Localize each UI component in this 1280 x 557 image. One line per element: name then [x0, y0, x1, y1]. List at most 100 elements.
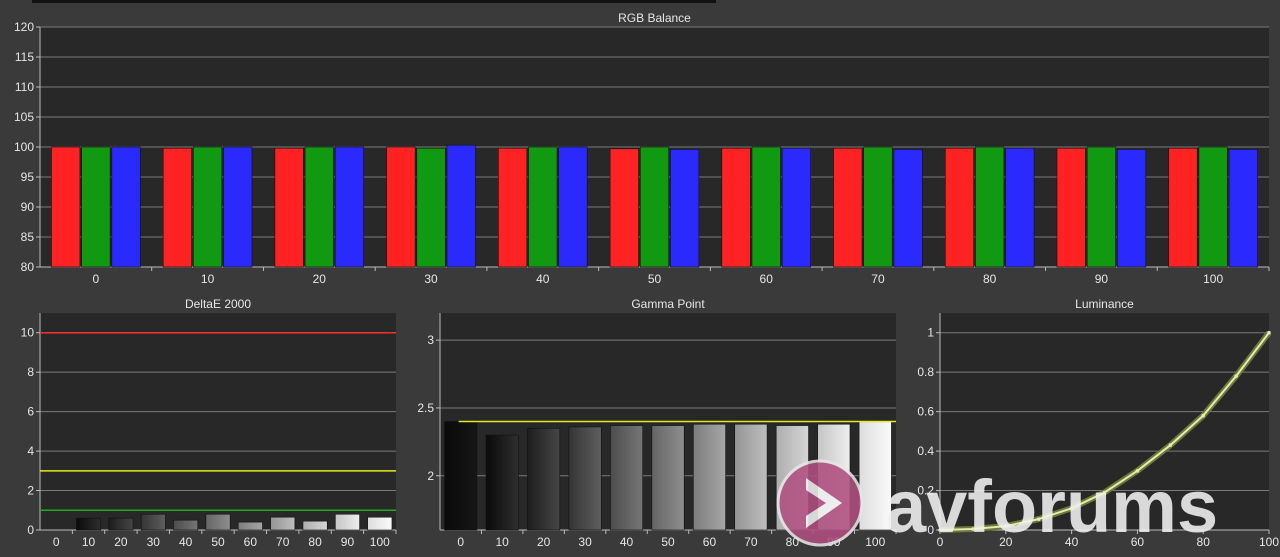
x-tick-label: 30	[424, 272, 438, 286]
y-tick-label: 4	[27, 444, 34, 458]
data-point	[1168, 443, 1173, 447]
bar	[609, 148, 639, 268]
plot-area	[40, 313, 396, 530]
bar	[568, 426, 602, 531]
y-tick-label: 2	[427, 469, 434, 483]
bar	[270, 516, 296, 531]
x-tick-label: 50	[211, 535, 225, 549]
bar	[527, 427, 561, 531]
bar	[751, 146, 781, 268]
x-tick-label: 100	[370, 535, 390, 549]
y-tick-label: 0.8	[917, 365, 934, 379]
y-tick-label: 2.5	[417, 401, 434, 415]
bar	[670, 149, 700, 268]
y-tick-label: 95	[21, 170, 35, 184]
bar	[446, 144, 476, 268]
bar	[111, 146, 141, 268]
x-tick-label: 10	[496, 535, 510, 549]
y-tick-label: 120	[14, 20, 34, 34]
bar	[334, 146, 365, 268]
bar	[193, 146, 223, 268]
x-tick-label: 30	[578, 535, 592, 549]
bar	[781, 147, 811, 268]
bar	[162, 147, 192, 268]
y-tick-label: 8	[27, 365, 34, 379]
bar	[140, 513, 166, 531]
data-point	[1267, 330, 1271, 335]
chart-canvas: RGB Balance808590951001051101151200 10 20 3…	[14, 0, 1279, 549]
x-tick-label: 80	[983, 272, 997, 286]
bar	[1198, 146, 1228, 268]
x-tick-label: 20	[537, 535, 551, 549]
bar	[610, 425, 644, 531]
x-tick-label: 100	[865, 535, 885, 549]
x-tick-label: 90	[1095, 272, 1109, 286]
y-tick-label: 0.6	[917, 405, 934, 419]
bar	[367, 516, 393, 531]
data-point	[1234, 374, 1238, 378]
x-tick-label: 80	[308, 535, 322, 549]
bar	[51, 146, 81, 268]
bar	[863, 146, 893, 268]
x-tick-label: 20	[114, 535, 128, 549]
x-tick-label: 0	[457, 535, 464, 549]
bar	[1228, 149, 1258, 268]
x-tick-label: 0	[93, 272, 100, 286]
bar	[444, 421, 478, 531]
bar	[1056, 147, 1086, 268]
bar	[1117, 149, 1147, 268]
x-tick-label: 0	[53, 535, 60, 549]
x-tick-label: 60	[244, 535, 258, 549]
y-tick-label: 0.4	[917, 444, 934, 458]
x-tick-label: 20	[313, 272, 327, 286]
bar	[734, 423, 768, 531]
bar	[485, 434, 519, 531]
x-tick-label: 10	[201, 272, 215, 286]
top-bar	[32, 0, 716, 3]
bar	[1005, 147, 1035, 268]
y-tick-label: 10	[21, 326, 35, 340]
bar	[108, 517, 134, 531]
bar	[721, 147, 751, 268]
x-tick-label: 10	[82, 535, 96, 549]
bar	[651, 425, 685, 531]
bar	[205, 513, 231, 531]
bar	[335, 513, 360, 531]
bar	[223, 146, 253, 268]
bar	[833, 147, 863, 268]
y-tick-label: 100	[14, 140, 34, 154]
x-tick-label: 40	[179, 535, 193, 549]
bar	[893, 149, 923, 268]
bar	[1168, 147, 1198, 268]
bar	[498, 147, 528, 268]
y-tick-label: 80	[21, 260, 35, 274]
y-tick-label: 115	[15, 50, 34, 64]
y-tick-label: 0	[27, 523, 34, 537]
x-tick-label: 40	[536, 272, 550, 286]
bar	[173, 519, 199, 531]
bar	[416, 147, 446, 268]
y-tick-label: 2	[27, 484, 34, 498]
bar	[975, 146, 1005, 268]
chart-title: DeltaE 2000	[185, 297, 251, 311]
bar	[302, 520, 328, 531]
x-tick-label: 60	[760, 272, 774, 286]
x-tick-label: 40	[620, 535, 634, 549]
y-tick-label: 3	[427, 333, 434, 347]
x-tick-label: 60	[703, 535, 717, 549]
data-point	[1201, 413, 1205, 418]
x-tick-label: 100	[1259, 535, 1279, 549]
bar	[386, 146, 416, 268]
bar	[944, 147, 975, 268]
y-tick-label: 85	[21, 230, 35, 244]
bar	[558, 146, 588, 268]
watermark-text: avforums	[885, 465, 1218, 548]
y-tick-label: 1	[927, 326, 934, 340]
x-tick-label: 70	[276, 535, 290, 549]
chart-title: RGB Balance	[618, 11, 691, 25]
watermark: avforums	[776, 459, 1218, 548]
bar	[304, 146, 334, 268]
x-tick-label: 50	[661, 535, 675, 549]
x-tick-label: 70	[744, 535, 758, 549]
bar	[639, 146, 670, 268]
